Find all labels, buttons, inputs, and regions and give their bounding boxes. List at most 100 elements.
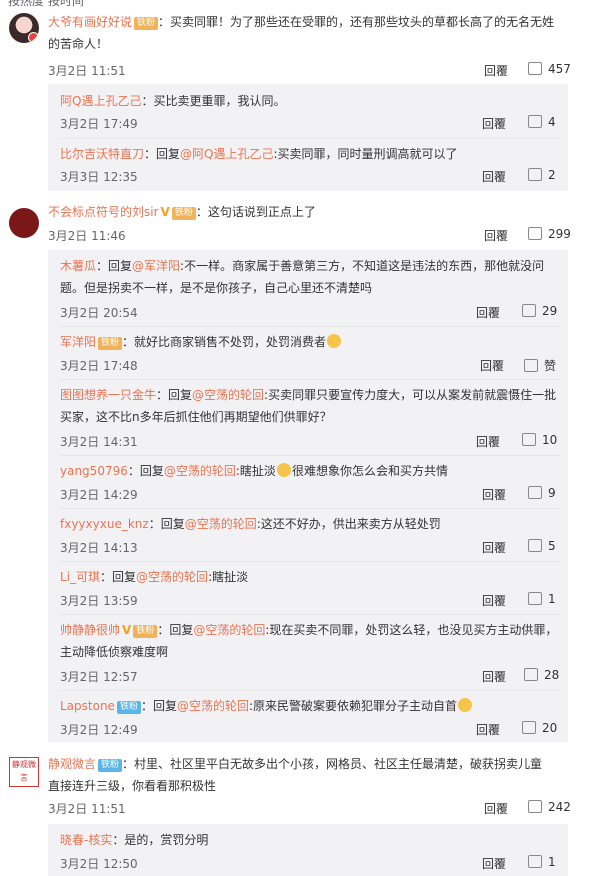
mention-link[interactable]: @阿Q遇上孔乙己: [180, 147, 273, 161]
like-count: 299: [548, 227, 571, 241]
reply-text: :买卖同罪只要宣传力度大，可以从案发前就震慑住一批: [264, 388, 557, 402]
like-button[interactable]: 赞: [524, 357, 556, 374]
avatar[interactable]: [9, 208, 39, 238]
mention-link[interactable]: @空荡的轮回: [177, 699, 249, 713]
sort-tabs[interactable]: 按热度 按时间: [8, 0, 84, 9]
reply-button[interactable]: 回覆: [482, 168, 506, 185]
reply-item: 比尔吉沃特直刀：回复@阿Q遇上孔乙己:买卖同罪，同时量刑调高就可以了: [60, 143, 560, 165]
thumbs-up-icon: [528, 115, 542, 128]
reply-button[interactable]: 回覆: [480, 357, 504, 374]
reply-username[interactable]: 阿Q遇上孔乙己: [60, 94, 141, 108]
thumbs-up-icon: [522, 721, 536, 734]
comment-text: ：村里、社区里平白无故多出个小孩，网格员、社区主任最清楚，破获拐卖儿童: [122, 757, 543, 771]
divider: [60, 614, 560, 615]
mention-link[interactable]: @空荡的轮回: [192, 388, 264, 402]
reply-username[interactable]: 比尔吉沃特直刀: [60, 147, 144, 161]
reply-item: fxyyxyxue_knz：回复@空荡的轮回:这还不好办，供出来卖方从轻处罚: [60, 513, 560, 535]
like-count: 赞: [544, 359, 557, 373]
reply-button[interactable]: 回覆: [484, 227, 508, 244]
like-button[interactable]: 457: [528, 62, 571, 76]
like-button[interactable]: 10: [522, 433, 557, 447]
like-button[interactable]: 4: [528, 115, 556, 129]
reply-text: ：回复: [96, 259, 133, 273]
mention-link[interactable]: @空荡的轮回: [193, 623, 265, 637]
like-button[interactable]: 28: [524, 668, 559, 682]
comment-username[interactable]: 静观微言: [48, 757, 96, 771]
reply-text: ：是的，赏罚分明: [112, 833, 209, 847]
vip-dot-icon: [28, 32, 39, 43]
mention-link[interactable]: @空荡的轮回: [136, 570, 208, 584]
reply-button[interactable]: 回覆: [482, 668, 506, 685]
like-button[interactable]: 242: [528, 800, 571, 814]
reply-text: ：回复: [148, 517, 185, 531]
reply-time: 3月2日 17:49: [60, 117, 138, 131]
thumbs-up-icon: [524, 359, 538, 372]
reply-username[interactable]: 图图想养一只金牛: [60, 388, 156, 402]
reply-text: ：回复: [157, 623, 194, 637]
avatar[interactable]: 静观微言: [9, 757, 39, 787]
comment-text: ：买卖同罪！为了那些还在受罪的，还有那些坟头的草都长高了的无名无姓: [158, 15, 555, 29]
fan-badge-icon: 铁粉: [133, 625, 158, 638]
reply-text: ：回复: [156, 388, 193, 402]
reply-button[interactable]: 回覆: [476, 721, 500, 738]
avatar[interactable]: [9, 13, 39, 43]
comment-username[interactable]: 不会标点符号的刘sir: [48, 205, 159, 219]
reply-button[interactable]: 回覆: [482, 855, 506, 872]
reply-username[interactable]: yang50796: [60, 464, 128, 478]
sweat-emoji-icon: [276, 463, 291, 477]
reply-item: 图图想养一只金牛：回复@空荡的轮回:买卖同罪只要宣传力度大，可以从案发前就震慑住…: [60, 384, 560, 428]
reply-text: ：回复: [140, 699, 177, 713]
like-button[interactable]: 299: [528, 227, 571, 241]
like-button[interactable]: 5: [528, 539, 556, 553]
comment-text-line2: 的苦命人！: [48, 37, 109, 51]
reply-username[interactable]: Lapstone: [60, 699, 115, 713]
reply-button[interactable]: 回覆: [482, 486, 506, 503]
thumbs-up-icon: [528, 168, 542, 181]
reply-text: ：回复: [127, 464, 164, 478]
fan-badge-icon: 铁粉: [171, 207, 196, 220]
reply-button[interactable]: 回覆: [482, 592, 506, 609]
reply-text: :瞎扯淡: [208, 570, 249, 584]
fan-badge-icon: 铁粉: [134, 17, 159, 30]
verified-v-icon: V: [122, 623, 132, 637]
reply-time: 3月2日 14:29: [60, 488, 138, 502]
reply-button[interactable]: 回覆: [482, 115, 506, 132]
reply-text: :现在买卖不同罪，处罚这么轻，也没见买方主动供罪，: [265, 623, 558, 637]
like-button[interactable]: 1: [528, 855, 556, 869]
reply-item: Lapstone 铁粉 ：回复@空荡的轮回:原来民警破案要依赖犯罪分子主动自首: [60, 695, 560, 717]
reply-time: 3月3日 12:35: [60, 170, 138, 184]
reply-username[interactable]: 帅静静很帅: [60, 623, 120, 637]
divider: [60, 138, 560, 139]
reply-button[interactable]: 回覆: [476, 304, 500, 321]
comment-body: 大爷有画好好说 铁粉 ：买卖同罪！为了那些还在受罪的，还有那些坟头的草都长高了的无名…: [48, 11, 578, 55]
like-button[interactable]: 29: [522, 304, 557, 318]
thumbs-up-icon: [528, 227, 542, 240]
reply-username[interactable]: Li_可琪: [60, 570, 100, 584]
reply-button[interactable]: 回覆: [476, 433, 500, 450]
reply-item: 阿Q遇上孔乙己：买比卖更重罪，我认同。: [60, 90, 560, 112]
reply-time: 3月2日 13:59: [60, 594, 138, 608]
mention-link[interactable]: @空荡的轮回: [185, 517, 257, 531]
comment-username[interactable]: 大爷有画好好说: [48, 15, 132, 29]
like-button[interactable]: 9: [528, 486, 556, 500]
reply-button[interactable]: 回覆: [482, 539, 506, 556]
smile-emoji-icon: [458, 698, 473, 712]
reply-username[interactable]: 木薯瓜: [60, 259, 96, 273]
like-button[interactable]: 1: [528, 592, 556, 606]
thumbs-up-icon: [524, 668, 538, 681]
comment-text-line2: 直接连升三级，你看看那积极性: [48, 779, 217, 793]
like-button[interactable]: 2: [528, 168, 556, 182]
reply-username[interactable]: fxyyxyxue_knz: [60, 517, 149, 531]
reply-username[interactable]: 晓春-核实: [60, 833, 112, 847]
thumbs-up-icon: [522, 304, 536, 317]
mention-link[interactable]: @军洋阳: [132, 259, 180, 273]
like-count: 457: [548, 62, 571, 76]
mention-link[interactable]: @空荡的轮回: [164, 464, 236, 478]
thumbs-up-icon: [528, 486, 542, 499]
reply-button[interactable]: 回覆: [484, 800, 508, 817]
reply-button[interactable]: 回覆: [484, 62, 508, 79]
reply-username[interactable]: 军洋阳: [60, 335, 96, 349]
thumbs-up-icon: [528, 592, 542, 605]
like-button[interactable]: 20: [522, 721, 557, 735]
divider: [60, 326, 560, 327]
